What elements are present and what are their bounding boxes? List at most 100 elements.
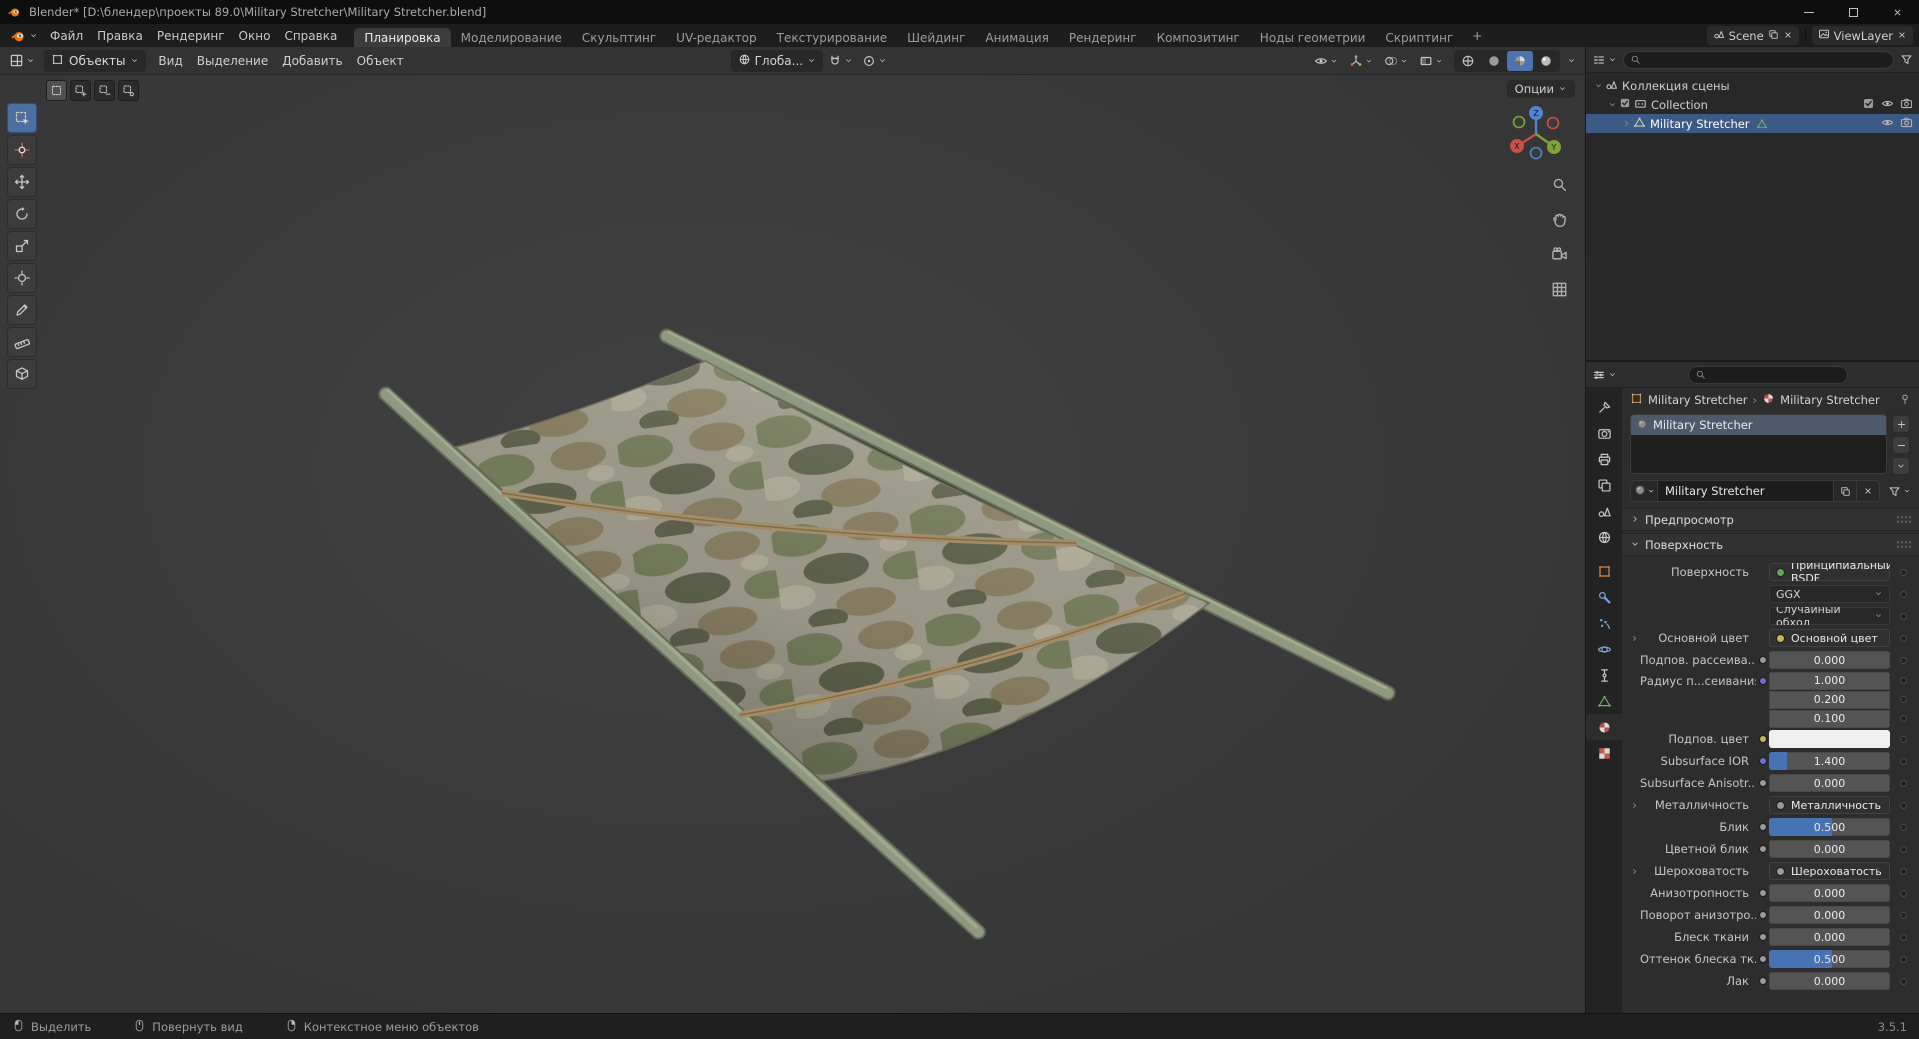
viewport-menu-вид[interactable]: Вид bbox=[151, 54, 189, 68]
panel-preview[interactable]: Предпросмотр bbox=[1622, 508, 1919, 531]
editor-type-button[interactable] bbox=[5, 53, 39, 68]
menu-справка[interactable]: Справка bbox=[277, 24, 344, 47]
filter-icon[interactable] bbox=[1900, 53, 1913, 66]
field-clearcoat[interactable]: 0.000 bbox=[1769, 972, 1890, 990]
viewport-menu-добавить[interactable]: Добавить bbox=[275, 54, 349, 68]
options-dropdown[interactable]: Опции bbox=[1506, 80, 1575, 98]
add-workspace-button[interactable]: + bbox=[1463, 29, 1491, 43]
workspace-tab[interactable]: Композитинг bbox=[1147, 28, 1250, 47]
viewport-menu-объект[interactable]: Объект bbox=[350, 54, 411, 68]
browse-material-button[interactable] bbox=[1630, 480, 1658, 502]
breadcrumb-material[interactable]: Military Stretcher bbox=[1780, 393, 1880, 407]
box-select-tool-button[interactable] bbox=[7, 103, 37, 133]
camera-photo-toggle[interactable] bbox=[1900, 116, 1913, 132]
animate-decorator[interactable] bbox=[1890, 867, 1907, 875]
expand-arrow-icon[interactable] bbox=[1628, 867, 1640, 876]
rotate-tool-button[interactable] bbox=[7, 199, 37, 229]
animate-decorator[interactable] bbox=[1890, 933, 1907, 941]
add-cube-tool-button[interactable] bbox=[7, 359, 37, 389]
xray-icon[interactable] bbox=[1415, 54, 1447, 68]
properties-tab-object-data[interactable] bbox=[1586, 688, 1622, 714]
move-tool-button[interactable] bbox=[7, 167, 37, 197]
disclosure-icon[interactable] bbox=[1620, 119, 1633, 128]
scene-selector[interactable]: Scene bbox=[1706, 26, 1799, 45]
workspace-tab[interactable]: Скриптинг bbox=[1375, 28, 1463, 47]
transform-orientation-selector[interactable]: Глоба... bbox=[730, 49, 824, 72]
viewport-canvas[interactable]: Опции X Y Z bbox=[0, 75, 1585, 1013]
scale-tool-button[interactable] bbox=[7, 231, 37, 261]
field-distribution[interactable]: GGX bbox=[1769, 585, 1890, 603]
shading-options-dropdown[interactable] bbox=[1563, 56, 1580, 65]
editor-type-button[interactable] bbox=[1592, 368, 1617, 382]
animate-decorator[interactable] bbox=[1890, 715, 1907, 722]
field-specular[interactable]: 0.500 bbox=[1769, 818, 1890, 836]
camera-view-nav-button[interactable] bbox=[1548, 243, 1570, 265]
panel-surface[interactable]: Поверхность bbox=[1622, 533, 1919, 556]
animate-decorator[interactable] bbox=[1890, 696, 1907, 703]
measure-tool-button[interactable] bbox=[7, 327, 37, 357]
animate-decorator[interactable] bbox=[1890, 612, 1907, 620]
pan-nav-button[interactable] bbox=[1548, 208, 1570, 230]
eye-toggle[interactable] bbox=[1881, 97, 1894, 113]
field-subsurface-color[interactable] bbox=[1769, 730, 1890, 748]
duplicate-material-button[interactable] bbox=[1834, 480, 1857, 502]
menu-правка[interactable]: Правка bbox=[90, 24, 150, 47]
grid-view-nav-button[interactable] bbox=[1548, 278, 1570, 300]
properties-tab-render[interactable] bbox=[1586, 420, 1622, 446]
disclosure-icon[interactable] bbox=[1592, 81, 1605, 90]
select-mode-intersect-button[interactable] bbox=[118, 80, 139, 101]
collection-checkbox[interactable] bbox=[1619, 97, 1631, 112]
shading-rendered-button[interactable] bbox=[1533, 51, 1559, 71]
field-specular-tint[interactable]: 0.000 bbox=[1769, 840, 1890, 858]
expand-arrow-icon[interactable] bbox=[1628, 634, 1640, 643]
field-roughness[interactable]: Шероховатость bbox=[1769, 862, 1890, 880]
disclosure-icon[interactable] bbox=[1606, 100, 1619, 109]
properties-tab-constraints[interactable] bbox=[1586, 662, 1622, 688]
eye-icon[interactable] bbox=[1310, 54, 1342, 68]
workspace-tab[interactable]: Моделирование bbox=[451, 28, 572, 47]
expand-arrow-icon[interactable] bbox=[1628, 801, 1640, 810]
select-mode-extend-button[interactable] bbox=[70, 80, 91, 101]
cursor-3d-tool-button[interactable] bbox=[7, 135, 37, 165]
outliner-row-scene-collection[interactable]: Коллекция сцены bbox=[1586, 76, 1919, 95]
workspace-tab[interactable]: Ноды геометрии bbox=[1250, 28, 1376, 47]
outliner-search-input[interactable] bbox=[1623, 50, 1894, 69]
workspace-tab[interactable]: Шейдинг bbox=[897, 28, 975, 47]
field-subsurface-method[interactable]: Случайный обход bbox=[1769, 607, 1890, 625]
material-name-field[interactable]: Military Stretcher bbox=[1658, 480, 1834, 502]
animate-decorator[interactable] bbox=[1890, 677, 1907, 684]
outliner-row-military-stretcher[interactable]: Military Stretcher bbox=[1586, 114, 1919, 133]
animate-decorator[interactable] bbox=[1890, 568, 1907, 576]
material-filter-dropdown[interactable] bbox=[1888, 485, 1911, 498]
properties-tab-modifiers[interactable] bbox=[1586, 584, 1622, 610]
panel-grip[interactable] bbox=[1896, 515, 1911, 524]
select-mode-subtract-button[interactable] bbox=[94, 80, 115, 101]
annotate-tool-button[interactable] bbox=[7, 295, 37, 325]
field-sheen[interactable]: 0.000 bbox=[1769, 928, 1890, 946]
menu-рендеринг[interactable]: Рендеринг bbox=[150, 24, 232, 47]
maximize-button[interactable] bbox=[1831, 0, 1875, 24]
field-base-color[interactable]: Основной цвет bbox=[1769, 629, 1890, 647]
remove-slot-button[interactable] bbox=[1892, 436, 1910, 454]
panel-grip[interactable] bbox=[1896, 540, 1911, 549]
eye-toggle[interactable] bbox=[1881, 116, 1894, 132]
proportional-edit-toggle[interactable] bbox=[858, 54, 891, 68]
animate-decorator[interactable] bbox=[1890, 955, 1907, 963]
outliner-row-collection[interactable]: Collection bbox=[1586, 95, 1919, 114]
properties-tab-output[interactable] bbox=[1586, 446, 1622, 472]
menu-окно[interactable]: Окно bbox=[232, 24, 278, 47]
animate-decorator[interactable] bbox=[1890, 590, 1907, 598]
field-subsurface[interactable]: 0.000 bbox=[1769, 651, 1890, 669]
shading-solid-button[interactable] bbox=[1481, 51, 1507, 71]
properties-tab-tool[interactable] bbox=[1586, 394, 1622, 420]
properties-tab-material[interactable] bbox=[1586, 714, 1622, 740]
pin-icon[interactable] bbox=[1899, 393, 1911, 408]
mode-selector[interactable]: Объекты bbox=[44, 49, 147, 72]
properties-search-input[interactable] bbox=[1688, 365, 1848, 384]
field-subsurface-radius-r[interactable]: 1.000 bbox=[1769, 671, 1890, 690]
field-sheen-tint[interactable]: 0.500 bbox=[1769, 950, 1890, 968]
field-subsurface-anisotropy[interactable]: 0.000 bbox=[1769, 774, 1890, 792]
workspace-tab[interactable]: Рендеринг bbox=[1059, 28, 1147, 47]
field-anisotropic-rotation[interactable]: 0.000 bbox=[1769, 906, 1890, 924]
workspace-tab[interactable]: Скульптинг bbox=[572, 28, 666, 47]
